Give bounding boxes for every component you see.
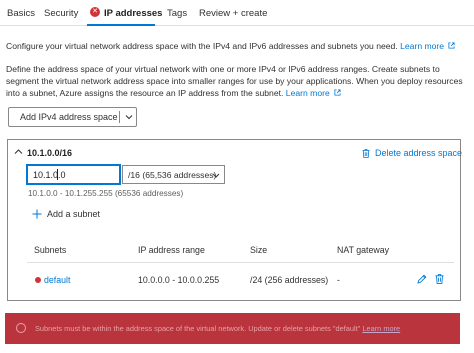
table-header-divider [27,262,454,263]
tab-bar: Basics Security ✕ IP addresses Tags Revi… [0,0,474,26]
trash-icon [362,149,370,158]
subnet-nat-gateway: - [337,275,340,285]
error-dot-icon [35,277,41,283]
external-link-icon [334,89,341,96]
add-subnet-label: Add a subnet [47,209,101,219]
text-cursor [57,169,58,180]
column-header-subnets: Subnets [34,245,67,255]
tab-basics[interactable]: Basics [7,8,35,19]
error-banner: Subnets must be within the address space… [5,313,460,344]
address-range-text: 10.1.0.0 - 10.1.255.255 (65536 addresses… [28,189,184,198]
tab-review-create[interactable]: Review + create [199,8,267,19]
description-learn-more-link[interactable]: Learn more [286,88,330,98]
chevron-up-icon[interactable] [14,148,23,155]
error-message-text: Subnets must be within the address space… [35,324,361,333]
column-header-size: Size [250,245,268,255]
add-ipv4-address-space-button[interactable]: Add IPv4 address space [8,107,137,127]
tab-tags[interactable]: Tags [167,8,187,19]
add-address-space-label: Add IPv4 address space [20,112,118,122]
prefix-size-value: /16 (65,536 addresses) [128,170,217,180]
split-divider [119,111,120,123]
intro-learn-more-link[interactable]: Learn more [400,41,444,51]
delete-address-space-label: Delete address space [375,148,463,158]
active-tab-indicator [87,24,155,26]
tab-ip-addresses[interactable]: IP addresses [104,8,162,19]
tab-security[interactable]: Security [44,8,78,19]
address-space-title: 10.1.0.0/16 [27,148,73,158]
address-space-panel: 10.1.0.0/16 Delete address space 10.1.0.… [7,139,463,301]
trash-icon[interactable] [435,274,444,284]
subnet-ip-range: 10.0.0.0 - 10.0.0.255 [138,275,220,285]
description-text: Define the address space of your virtual… [6,64,463,98]
error-learn-more-link[interactable]: Learn more [362,324,400,333]
error-icon [16,323,26,333]
chevron-down-icon [212,173,220,178]
external-link-icon [448,42,455,49]
column-header-nat-gateway: NAT gateway [337,245,389,255]
prefix-size-dropdown[interactable]: /16 (65,536 addresses) [122,165,225,184]
subnet-name-link[interactable]: default [44,275,70,285]
address-input-value: 10.1.0.0 [33,170,66,180]
edit-icon[interactable] [417,274,427,284]
column-header-ip-range: IP address range [138,245,205,255]
intro-description: Configure your virtual network address s… [6,41,398,51]
address-input[interactable]: 10.1.0.0 [26,164,121,185]
chevron-down-icon[interactable] [125,113,133,121]
address-space-description: Define the address space of your virtual… [6,63,466,99]
error-message: Subnets must be within the address space… [35,324,400,333]
subnet-size: /24 (256 addresses) [250,275,329,285]
intro-text: Configure your virtual network address s… [6,40,466,52]
error-icon: ✕ [90,7,100,17]
plus-icon [32,209,42,219]
